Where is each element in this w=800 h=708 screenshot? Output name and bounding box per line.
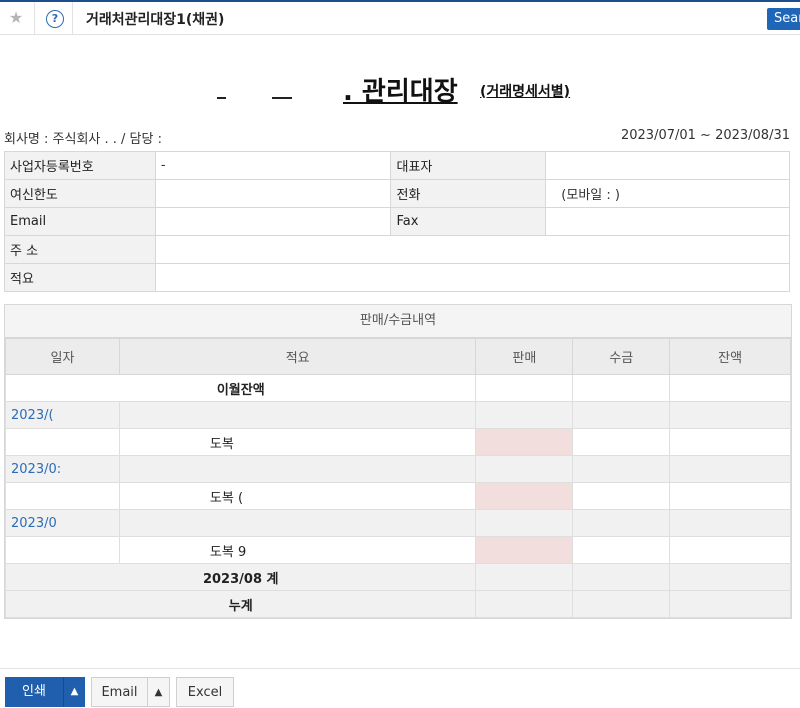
month-total-row: 2023/08 계 xyxy=(4,563,791,591)
biz-no-value: - xyxy=(154,151,392,180)
redaction-dash xyxy=(272,97,292,99)
table-row: 도복 xyxy=(5,428,791,456)
cell xyxy=(118,401,477,429)
carry-over-row: 이월잔액 xyxy=(4,374,791,402)
report-subtitle: (거래명세서별) xyxy=(480,84,571,100)
cell xyxy=(669,428,791,456)
sales-collection-ledger: 판매/수금내역 일자 적요 판매 수금 잔액 이월잔액 2023/( 도복 20… xyxy=(4,304,792,619)
col-header-memo: 적요 xyxy=(118,338,477,375)
sales-cell xyxy=(475,428,574,456)
cell xyxy=(669,563,791,591)
cumulative-label: 누계 xyxy=(4,590,477,618)
cell xyxy=(669,401,791,429)
rep-value xyxy=(545,151,790,180)
address-value xyxy=(154,235,791,264)
credit-limit-value xyxy=(154,179,392,208)
company-line: 회사명 : 주식회사 . . / 담당 : xyxy=(4,132,162,147)
cell xyxy=(572,455,671,483)
email-button[interactable]: Email xyxy=(91,677,148,707)
date-link[interactable]: 2023/0 xyxy=(5,509,120,537)
cell xyxy=(669,509,791,537)
cell xyxy=(572,482,671,510)
table-row: 2023/( xyxy=(5,401,791,429)
email-options-arrow-icon[interactable]: ▲ xyxy=(148,677,170,707)
cell xyxy=(572,590,671,618)
cell xyxy=(572,563,671,591)
address-label: 주 소 xyxy=(4,235,156,264)
email-value xyxy=(154,207,392,236)
cell xyxy=(118,509,477,537)
sales-cell xyxy=(475,482,574,510)
fax-label: Fax xyxy=(390,207,547,236)
memo-label: 적요 xyxy=(4,263,156,292)
month-total-label: 2023/08 계 xyxy=(4,563,477,591)
print-button[interactable]: 인쇄 xyxy=(5,677,63,707)
report-title: . 관리대장 xyxy=(343,77,458,107)
col-header-collection: 수금 xyxy=(572,338,671,375)
phone-value: (모바일 : ) xyxy=(545,179,790,208)
date-link[interactable]: 2023/0: xyxy=(5,455,120,483)
app-title: 거래처관리대장1(채권) xyxy=(86,12,225,28)
email-label: Email xyxy=(4,207,156,236)
customer-info-table: 사업자등록번호 - 대표자 여신한도 전화 (모바일 : ) Email Fax… xyxy=(4,151,791,292)
cumulative-row: 누계 xyxy=(4,590,791,618)
table-row: 2023/0: xyxy=(5,455,791,483)
col-header-balance: 잔액 xyxy=(669,338,791,375)
cell xyxy=(118,455,477,483)
cell xyxy=(475,509,574,537)
divider xyxy=(72,2,73,35)
cell xyxy=(5,482,120,510)
cell xyxy=(669,590,791,618)
cell xyxy=(572,536,671,564)
cell xyxy=(572,509,671,537)
cell xyxy=(5,536,120,564)
table-row: 도복 9 xyxy=(5,536,791,564)
date-link[interactable]: 2023/( xyxy=(5,401,120,429)
rep-label: 대표자 xyxy=(390,151,547,180)
col-header-sales: 판매 xyxy=(475,338,574,375)
cell xyxy=(475,374,574,402)
carry-over-label: 이월잔액 xyxy=(4,374,477,402)
cell xyxy=(475,401,574,429)
cell xyxy=(572,401,671,429)
help-icon[interactable]: ? xyxy=(46,10,64,28)
item-desc: 도복 xyxy=(118,428,477,456)
cell xyxy=(669,455,791,483)
redaction-dash xyxy=(217,97,226,99)
cell xyxy=(475,590,574,618)
ledger-caption: 판매/수금내역 xyxy=(5,305,791,338)
sales-cell xyxy=(475,536,574,564)
biz-no-label: 사업자등록번호 xyxy=(4,151,156,180)
cell xyxy=(5,428,120,456)
cell xyxy=(475,563,574,591)
divider xyxy=(34,2,35,35)
phone-label: 전화 xyxy=(390,179,547,208)
table-row: 2023/0 xyxy=(5,509,791,537)
cell xyxy=(572,374,671,402)
excel-button[interactable]: Excel xyxy=(176,677,234,707)
col-header-date: 일자 xyxy=(5,338,120,375)
memo-value xyxy=(154,263,791,292)
cell xyxy=(572,428,671,456)
cell xyxy=(669,482,791,510)
cell xyxy=(669,536,791,564)
favorite-star-icon[interactable]: ★ xyxy=(7,9,25,27)
cell xyxy=(475,455,574,483)
credit-limit-label: 여신한도 xyxy=(4,179,156,208)
item-desc: 도복 ( xyxy=(118,482,477,510)
print-options-arrow-icon[interactable]: ▲ xyxy=(63,677,85,707)
fax-value xyxy=(545,207,790,236)
search-button[interactable]: Sear xyxy=(767,8,800,30)
period-range: 2023/07/01 ~ 2023/08/31 xyxy=(620,128,790,143)
cell xyxy=(669,374,791,402)
table-row: 도복 ( xyxy=(5,482,791,510)
top-bar: ★ ? 거래처관리대장1(채권) Sear xyxy=(0,0,800,35)
item-desc: 도복 9 xyxy=(118,536,477,564)
